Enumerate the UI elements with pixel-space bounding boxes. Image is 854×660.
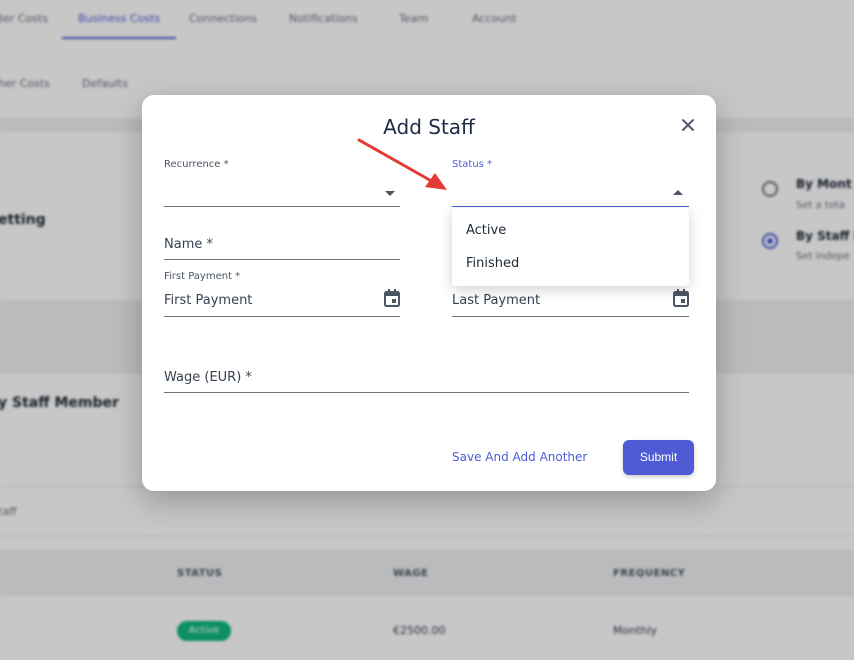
status-option-active[interactable]: Active — [452, 214, 689, 247]
field-underline — [452, 316, 689, 317]
first-payment-label: First Payment * — [164, 271, 241, 282]
field-underline — [164, 392, 689, 393]
close-icon[interactable] — [678, 115, 698, 135]
save-and-add-another-button[interactable]: Save And Add Another — [452, 450, 587, 464]
chevron-up-icon — [673, 190, 683, 195]
status-dropdown-menu: Active Finished — [452, 208, 689, 286]
last-payment-placeholder: Last Payment — [452, 293, 541, 308]
field-underline — [164, 206, 400, 207]
first-payment-field[interactable]: First Payment * First Payment — [164, 271, 400, 319]
field-underline — [452, 206, 689, 207]
calendar-icon[interactable] — [673, 289, 689, 307]
status-option-finished[interactable]: Finished — [452, 247, 689, 280]
field-underline — [164, 316, 400, 317]
status-label: Status * — [452, 159, 493, 170]
status-select[interactable]: Status * — [452, 159, 689, 209]
recurrence-label: Recurrence * — [164, 159, 229, 170]
calendar-icon[interactable] — [384, 289, 400, 307]
wage-field[interactable]: Wage (EUR) * — [164, 365, 689, 393]
name-field[interactable]: Name * — [164, 233, 400, 261]
wage-placeholder: Wage (EUR) * — [164, 370, 252, 385]
field-underline — [164, 259, 400, 260]
first-payment-placeholder: First Payment — [164, 293, 253, 308]
submit-button[interactable]: Submit — [623, 440, 694, 475]
annotation-arrow-icon — [357, 138, 447, 190]
name-placeholder: Name * — [164, 237, 213, 252]
